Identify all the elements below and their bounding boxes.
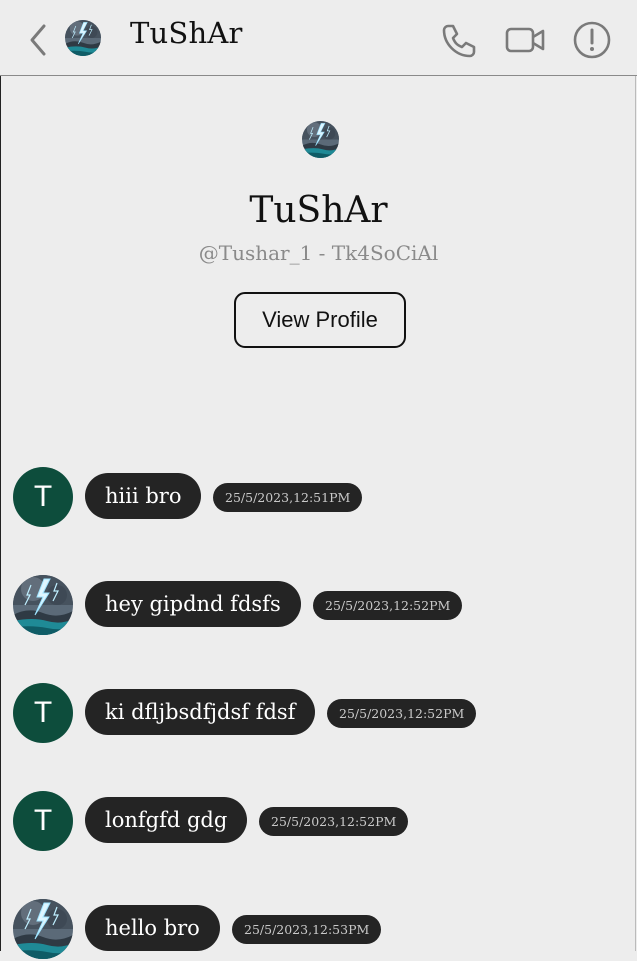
message-bubble[interactable]: lonfgfd gdg	[85, 797, 248, 843]
avatar[interactable]: T	[13, 791, 73, 851]
avatar[interactable]: T	[13, 467, 73, 527]
phone-icon	[442, 24, 476, 58]
avatar[interactable]	[13, 899, 73, 959]
alert-circle-icon	[573, 21, 611, 59]
video-call-button[interactable]	[505, 20, 545, 60]
info-button[interactable]	[572, 20, 612, 60]
avatar[interactable]	[13, 575, 73, 635]
view-profile-button[interactable]: View Profile	[234, 292, 406, 348]
intro-name: TuShAr	[249, 190, 388, 231]
avatar[interactable]: T	[13, 683, 73, 743]
video-camera-icon	[505, 27, 545, 53]
message-timestamp: 25/5/2023,12:51PM	[213, 483, 363, 512]
message-timestamp: 25/5/2023,12:53PM	[232, 915, 382, 944]
back-button[interactable]	[24, 20, 54, 60]
intro-avatar	[302, 121, 339, 158]
message-timestamp: 25/5/2023,12:52PM	[313, 591, 463, 620]
chat-header: TuShAr	[0, 0, 637, 76]
message-bubble[interactable]: hiii bro	[85, 473, 202, 519]
call-button[interactable]	[440, 20, 480, 60]
header-avatar[interactable]	[65, 20, 101, 56]
message-timestamp: 25/5/2023,12:52PM	[259, 807, 409, 836]
chevron-left-icon	[30, 24, 46, 56]
message-bubble[interactable]: hello bro	[85, 905, 220, 951]
header-title: TuShAr	[130, 16, 243, 50]
message-timestamp: 25/5/2023,12:52PM	[327, 699, 477, 728]
message-bubble[interactable]: ki dfljbsdfjdsf fdsf	[85, 689, 316, 735]
intro-handle: @Tushar_1 - Tk4SoCiAl	[198, 241, 439, 265]
message-bubble[interactable]: hey gipdnd fdsfs	[85, 581, 301, 627]
